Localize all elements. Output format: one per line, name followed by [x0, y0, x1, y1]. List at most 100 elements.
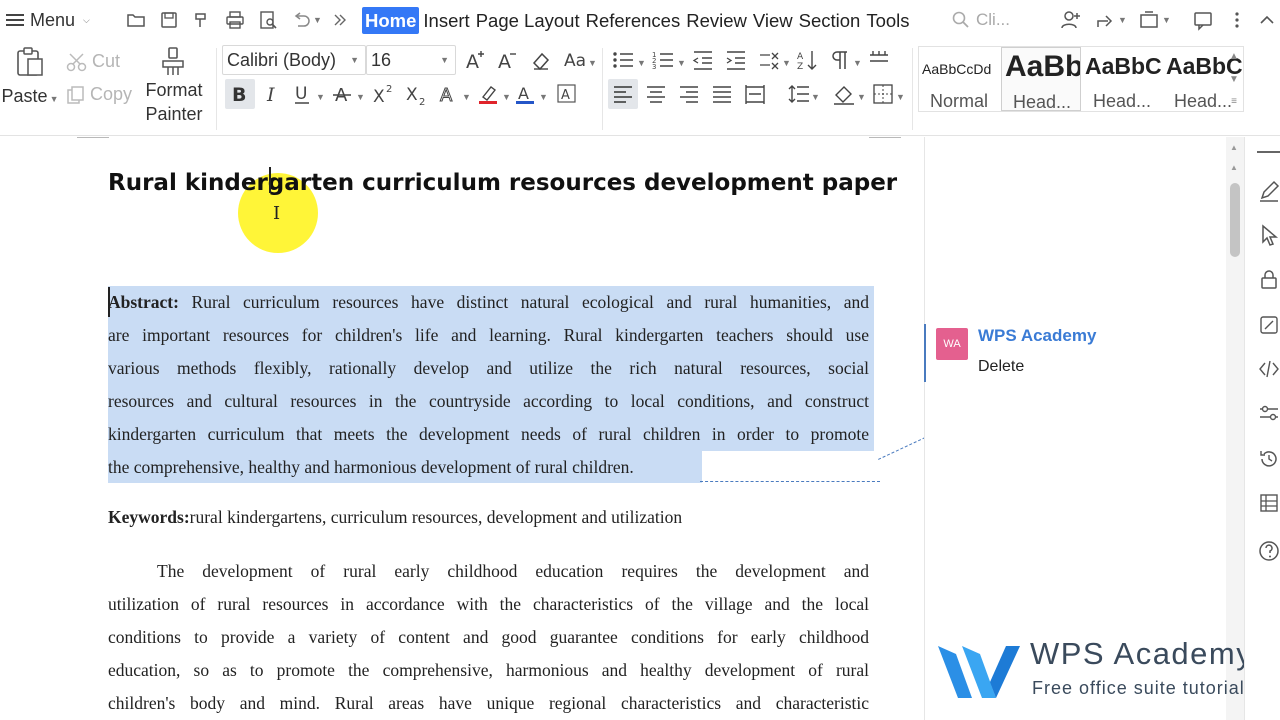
history-icon[interactable]	[1257, 447, 1280, 471]
align-left-button[interactable]	[608, 79, 638, 109]
chevron-down-icon[interactable]: ▼	[857, 92, 866, 102]
table-list-icon[interactable]	[1257, 491, 1280, 515]
format-painter-button[interactable]: Format Painter	[140, 46, 208, 126]
increase-indent-icon[interactable]	[721, 45, 751, 75]
style-heading-2[interactable]: AaBbCc Head...	[1082, 47, 1162, 111]
decrease-indent-icon[interactable]	[688, 45, 718, 75]
lock-icon[interactable]	[1257, 267, 1280, 291]
document-edit-icon[interactable]	[1257, 313, 1280, 337]
justify-button[interactable]	[707, 79, 737, 109]
share-icon[interactable]: ▼	[1094, 8, 1127, 32]
tab-view[interactable]: View	[751, 7, 795, 34]
code-icon[interactable]	[1257, 357, 1280, 381]
edit-pen-icon[interactable]	[1257, 179, 1280, 203]
numbering-button[interactable]: 123	[648, 45, 678, 75]
copy-button[interactable]: Copy	[66, 84, 132, 105]
paste-button[interactable]: Paste ▼	[2, 46, 58, 107]
change-case-icon[interactable]: Aa	[560, 45, 590, 75]
clear-formatting-icon[interactable]	[526, 45, 556, 75]
save-icon[interactable]	[157, 8, 181, 32]
expand-gallery-icon[interactable]: ≡	[1231, 96, 1237, 107]
italic-button[interactable]: I	[257, 79, 287, 109]
borders-button[interactable]	[868, 79, 898, 109]
subscript-button[interactable]: X2	[401, 79, 431, 109]
share-collab-icon[interactable]	[1060, 8, 1082, 32]
search-box[interactable]: Cli...	[952, 8, 1010, 32]
table-tools-icon[interactable]	[864, 45, 894, 75]
chevron-down-icon[interactable]: ▼	[316, 92, 325, 102]
document-title[interactable]: Rural kindergarten curriculum resources …	[108, 170, 897, 196]
chevron-down-icon[interactable]: ▼	[462, 92, 471, 102]
chevron-down-icon[interactable]: ▼	[356, 92, 365, 102]
body-paragraph[interactable]: The development of rural early childhood…	[108, 555, 869, 720]
font-color-button[interactable]: A	[511, 79, 541, 109]
open-folder-icon[interactable]	[124, 8, 148, 32]
tab-review[interactable]: Review	[684, 7, 749, 34]
undo-icon[interactable]	[289, 8, 313, 32]
pane-scrollbar[interactable]: ▲ ▲	[1226, 137, 1244, 720]
more-chevron-icon[interactable]	[328, 8, 352, 32]
bullets-button[interactable]	[608, 45, 638, 75]
chevron-down-icon[interactable]: ▼	[811, 92, 820, 102]
text-effects-button[interactable]: A	[434, 79, 464, 109]
tab-home[interactable]: Home	[362, 6, 420, 34]
more-vertical-icon[interactable]	[1226, 8, 1248, 32]
style-heading-1[interactable]: AaBb Head...	[1001, 47, 1081, 111]
abstract-paragraph[interactable]: Abstract: Rural curriculum resources hav…	[108, 286, 869, 484]
scroll-up-icon[interactable]: ▲	[1230, 163, 1238, 172]
print-preview-icon[interactable]	[256, 8, 280, 32]
superscript-button[interactable]: X2	[368, 79, 398, 109]
shading-button[interactable]	[829, 79, 859, 109]
menu-button[interactable]: Menu ⌵	[6, 6, 90, 34]
print-icon[interactable]	[223, 8, 247, 32]
chevron-up-icon[interactable]: ▲	[1229, 51, 1239, 62]
line-spacing-button[interactable]	[784, 79, 814, 109]
comment-icon[interactable]	[1192, 8, 1214, 32]
distributed-align-button[interactable]	[740, 79, 770, 109]
styles-scroll[interactable]: ▲ ▼ ≡	[1225, 47, 1243, 111]
align-center-button[interactable]	[641, 79, 671, 109]
scroll-thumb[interactable]	[1230, 183, 1240, 257]
collapse-ribbon-icon[interactable]	[1256, 8, 1278, 32]
sync-icon[interactable]: ▼	[1138, 8, 1171, 32]
keywords-line[interactable]: Keywords:rural kindergartens, curriculum…	[108, 507, 682, 528]
scroll-up-icon[interactable]: ▲	[1230, 143, 1238, 152]
bold-button[interactable]: B	[225, 79, 255, 109]
chevron-down-icon[interactable]: ▼	[502, 92, 511, 102]
style-normal[interactable]: AaBbCcDd Normal	[919, 47, 999, 111]
chevron-down-icon[interactable]: ▼	[896, 92, 905, 102]
comment-text[interactable]: Delete	[978, 358, 1024, 376]
character-border-button[interactable]: A	[552, 79, 582, 109]
comment-card[interactable]: WA WPS Academy Delete	[924, 324, 1214, 382]
sliders-icon[interactable]	[1257, 401, 1280, 425]
text-direction-icon[interactable]	[754, 45, 784, 75]
chevron-down-icon[interactable]: ▼	[782, 58, 791, 68]
format-painter-quick-icon[interactable]	[190, 8, 214, 32]
chevron-down-icon[interactable]: ▼	[588, 58, 597, 68]
chevron-down-icon[interactable]: ▼	[677, 58, 686, 68]
sort-icon[interactable]: AZ	[793, 45, 823, 75]
strikethrough-button[interactable]: A	[328, 79, 358, 109]
tab-tools[interactable]: Tools	[864, 7, 911, 34]
show-paragraph-marks-icon[interactable]	[826, 45, 856, 75]
tab-section[interactable]: Section	[797, 7, 863, 34]
chevron-down-icon[interactable]: ▼	[637, 58, 646, 68]
help-icon[interactable]	[1257, 539, 1280, 563]
highlight-color-button[interactable]	[474, 79, 504, 109]
chevron-down-icon[interactable]: ▼	[1229, 74, 1239, 85]
cut-button[interactable]: Cut	[66, 51, 120, 72]
font-size-select[interactable]: 16 ▼	[366, 45, 456, 75]
tab-references[interactable]: References	[584, 7, 683, 34]
chevron-down-icon[interactable]: ▼	[853, 58, 862, 68]
document-canvas[interactable]: Rural kindergarten curriculum resources …	[0, 137, 924, 720]
grow-font-icon[interactable]: A	[460, 45, 490, 75]
shrink-font-icon[interactable]: A	[492, 45, 522, 75]
align-right-button[interactable]	[674, 79, 704, 109]
chevron-down-icon[interactable]: ▼	[539, 92, 548, 102]
font-name-select[interactable]: Calibri (Body) ▼	[222, 45, 366, 75]
undo-dropdown-icon[interactable]: ▼	[313, 15, 322, 25]
tab-insert[interactable]: Insert	[421, 7, 471, 34]
select-pointer-icon[interactable]	[1257, 223, 1280, 247]
underline-button[interactable]: U	[288, 79, 318, 109]
tab-page-layout[interactable]: Page Layout	[474, 7, 582, 34]
